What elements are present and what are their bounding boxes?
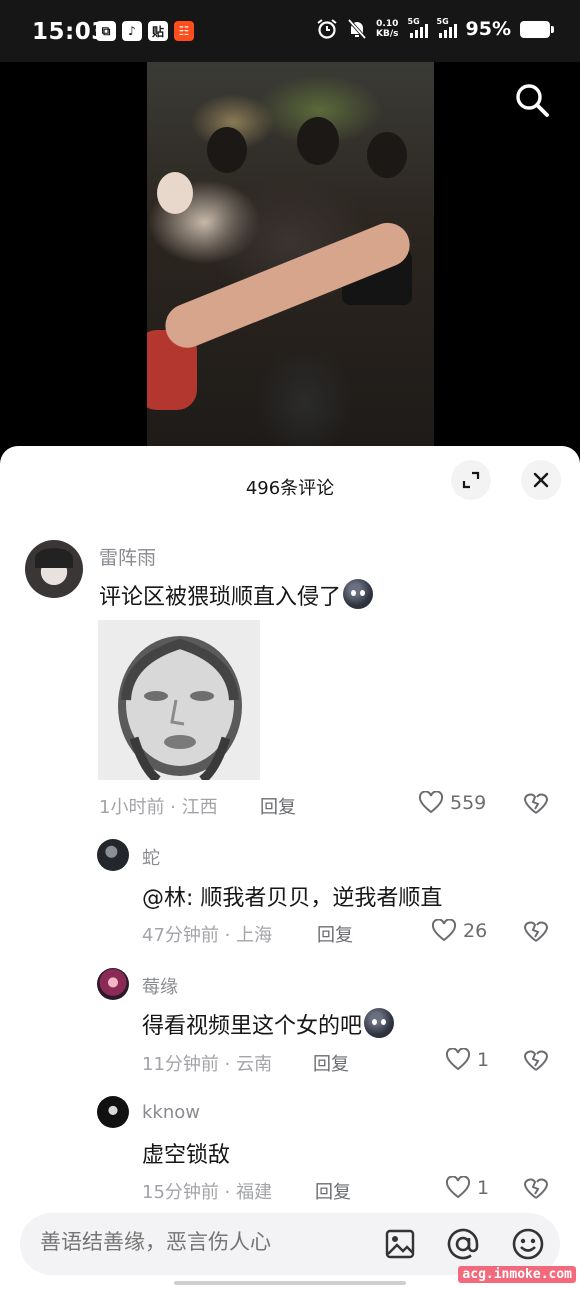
blob-emoji-icon: [364, 1008, 395, 1038]
comment-time: 1小时前: [99, 797, 165, 818]
video-person: [207, 127, 247, 173]
home-indicator[interactable]: [174, 1281, 406, 1285]
comment-input[interactable]: [40, 1231, 370, 1255]
comment-time: 47分钟前: [142, 925, 219, 946]
comment-location: 福建: [236, 1182, 273, 1203]
avatar[interactable]: [97, 968, 129, 1000]
notification-app-icon: ⧉: [96, 21, 116, 41]
video-frame: [147, 62, 434, 462]
heart-icon: [431, 919, 457, 942]
comment-text: 得看视频里这个女的吧: [142, 1008, 395, 1040]
comment-panel: 496条评论 雷阵雨 评论区被猥琐顺直入侵了 1小时前 · 江西 回复 559: [0, 446, 580, 1289]
like-count: 1: [477, 1049, 490, 1071]
comment-meta: 1小时前 · 江西: [99, 797, 218, 818]
video-player[interactable]: [0, 62, 580, 462]
sim1-label: 5G: [407, 17, 420, 26]
like-count: 559: [450, 792, 487, 814]
expand-button[interactable]: [451, 460, 491, 500]
alarm-icon: [317, 19, 337, 39]
meme-face-image: [98, 620, 260, 780]
heart-icon: [418, 791, 444, 814]
comment-location: 云南: [236, 1054, 273, 1075]
status-app-icons: ⧉ ♪ 贴 ☷: [96, 21, 194, 41]
broken-heart-icon[interactable]: [523, 1048, 549, 1074]
avatar[interactable]: [97, 839, 129, 871]
video-person: [157, 172, 193, 214]
tieba-icon: 贴: [148, 21, 168, 41]
tiktok-icon: ♪: [122, 21, 142, 41]
video-person: [297, 117, 339, 165]
like-button[interactable]: 559: [418, 791, 486, 815]
battery-percent: 95%: [465, 18, 511, 40]
comment-time: 11分钟前: [142, 1054, 219, 1075]
image-icon[interactable]: [383, 1227, 417, 1261]
net-speed-unit: KB/s: [376, 29, 399, 39]
like-count: 1: [477, 1177, 490, 1199]
comment-location: 江西: [181, 797, 218, 818]
at-icon[interactable]: [446, 1227, 480, 1261]
reply-button[interactable]: 回复: [260, 793, 296, 819]
search-icon[interactable]: [512, 80, 552, 120]
comment-text: 虚空锁敌: [142, 1143, 231, 1168]
like-count: 26: [463, 920, 488, 942]
reply-button[interactable]: 回复: [317, 921, 353, 947]
signal-sim2-icon: 5G: [436, 17, 457, 38]
mute-bell-icon: [347, 18, 367, 40]
avatar[interactable]: [97, 1096, 129, 1128]
broken-heart-icon[interactable]: [523, 791, 549, 817]
signal-sim1-icon: 5G: [407, 17, 428, 38]
comment-username[interactable]: kknow: [142, 1102, 200, 1123]
close-icon: [533, 472, 549, 488]
sim2-label: 5G: [436, 17, 449, 26]
comment-location: 上海: [236, 925, 273, 946]
net-speed: 0.10 KB/s: [376, 19, 398, 39]
status-bar: 15:03 ⧉ ♪ 贴 ☷ 0.10 KB/s 5G 5G 95%: [0, 0, 580, 62]
like-button[interactable]: 26: [431, 919, 487, 943]
comment-username[interactable]: 莓缘: [142, 973, 178, 999]
battery-icon: [520, 20, 554, 38]
taobao-icon: ☷: [174, 21, 194, 41]
comment-text-content: 评论区被猥琐顺直入侵了: [99, 585, 342, 610]
comment-text: 评论区被猥琐顺直入侵了: [99, 579, 374, 611]
comment-text-content: 得看视频里这个女的吧: [142, 1014, 363, 1039]
like-button[interactable]: 1: [445, 1048, 489, 1072]
comment-sticker-image[interactable]: [98, 620, 260, 780]
net-speed-value: 0.10: [376, 19, 399, 29]
like-button[interactable]: 1: [445, 1176, 489, 1200]
comment-meta: 11分钟前 · 云南: [142, 1054, 273, 1075]
heart-icon: [445, 1048, 471, 1071]
blob-emoji-icon: [343, 579, 374, 609]
heart-icon: [445, 1176, 471, 1199]
comment-text: @林: 顺我者贝贝，逆我者顺直: [142, 886, 443, 911]
expand-icon: [462, 471, 480, 489]
comment-count-title: 496条评论: [245, 478, 335, 499]
reply-button[interactable]: 回复: [315, 1178, 351, 1204]
broken-heart-icon[interactable]: [523, 1176, 549, 1202]
watermark-text: acg.inmoke.com: [458, 1266, 576, 1283]
comment-username[interactable]: 蛇: [142, 844, 160, 870]
comment-username[interactable]: 雷阵雨: [99, 543, 156, 570]
status-right: 0.10 KB/s 5G 5G 95%: [316, 17, 554, 40]
broken-heart-icon[interactable]: [523, 919, 549, 945]
smiley-icon[interactable]: [511, 1227, 545, 1261]
comment-time: 15分钟前: [142, 1182, 219, 1203]
comment-meta: 47分钟前 · 上海: [142, 925, 273, 946]
avatar[interactable]: [25, 540, 83, 598]
video-person: [367, 132, 407, 178]
comment-meta: 15分钟前 · 福建: [142, 1182, 273, 1203]
close-button[interactable]: [521, 460, 561, 500]
reply-button[interactable]: 回复: [313, 1050, 349, 1076]
